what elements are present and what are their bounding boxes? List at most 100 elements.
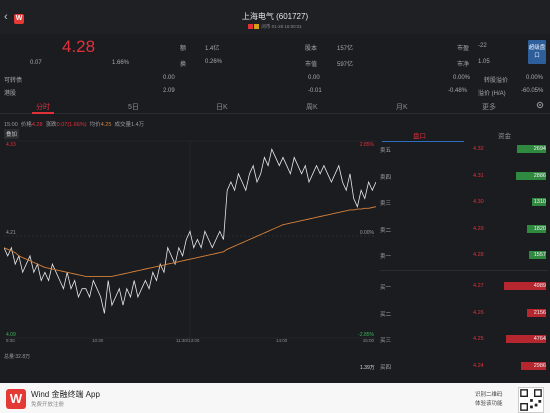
y-tick-right-mid: 0.00% — [360, 230, 375, 236]
tag-icon-1 — [248, 24, 254, 30]
field-value: 1.05 — [478, 59, 490, 65]
tab-orderbook[interactable]: 盘口 — [413, 130, 426, 140]
orderbook-volume: 4989 — [533, 283, 546, 289]
app-subtitle: 免费开放注册 — [31, 402, 65, 408]
orderbook-level-label: 卖四 — [380, 174, 392, 181]
info-vol: 1.4万 — [130, 122, 145, 128]
y-tick-left-top: 4.33 — [6, 142, 16, 148]
row-label: 港股 — [4, 91, 17, 97]
qr-code-icon[interactable] — [518, 387, 544, 413]
orderbook-price: 4.31 — [473, 172, 484, 179]
y-tick-right-top: 2.85% — [360, 142, 375, 148]
qr-line1: 识别二维码 — [475, 392, 503, 398]
app-logo-icon: W — [14, 14, 24, 24]
info-change: 0.07(1.66%) — [56, 122, 87, 128]
last-price: 4.28 — [62, 37, 96, 56]
orderbook-volume: 2694 — [533, 146, 546, 152]
orderbook-row-sell: 卖四 4.31 2886 — [380, 171, 548, 183]
tab-funds[interactable]: 资金 — [498, 130, 511, 140]
row-extra-label: 溢价 (H/A) — [478, 91, 506, 97]
tab-monthly-k[interactable]: 月K — [396, 102, 408, 112]
orderbook-level-label: 卖五 — [380, 148, 392, 154]
field-value: 0.26% — [205, 59, 223, 65]
orderbook-row-sell: 卖一 4.28 1557 — [380, 250, 548, 262]
y-tick-left-mid: 4.21 — [6, 230, 16, 236]
stock-title: 上海电气 (601727) — [241, 12, 309, 21]
info-change-label: 涨跌 — [45, 122, 57, 128]
market-status-text: 闭市 01-28 16:00:01 — [261, 24, 302, 29]
orderbook-volume: 2156 — [533, 309, 546, 316]
row-value2: 0.00 — [308, 75, 320, 81]
orderbook-level-label: 买二 — [380, 311, 392, 318]
tab-weekly-k[interactable]: 周K — [306, 102, 318, 112]
field-value: 157亿 — [337, 46, 354, 52]
orderbook-volume: 2886 — [533, 172, 546, 179]
orderbook-volume: 4764 — [533, 336, 546, 342]
tab-daily-k[interactable]: 日K — [216, 102, 228, 112]
orderbook-volume: 2986 — [533, 362, 546, 369]
orderbook-volume: 1310 — [533, 199, 546, 205]
orderbook-row-buy: 买二 4.26 2156 — [380, 308, 548, 320]
tab-intraday[interactable]: 分时 — [36, 102, 50, 112]
orderbook-price: 4.27 — [473, 283, 484, 289]
tab-5day[interactable]: 5日 — [128, 102, 139, 112]
orderbook-price: 4.28 — [473, 252, 484, 258]
chart-tabs: 分时 5日 日K 周K 月K 更多 — [0, 100, 550, 114]
x-tick-3: 14:00 — [276, 338, 288, 343]
orderbook-separator — [380, 270, 548, 271]
gear-icon[interactable] — [536, 101, 544, 111]
price-change: 0.07 — [30, 60, 42, 66]
row-pct: -0.48% — [448, 88, 468, 94]
row-extra-label: 转股溢价 — [484, 78, 509, 84]
info-price-label: 价格 — [20, 122, 32, 128]
orderbook-price: 4.29 — [473, 225, 484, 232]
info-avg-label: 均价 — [89, 122, 101, 128]
orderbook-volume: 1820 — [533, 225, 546, 232]
info-vol-label: 成交量 — [114, 122, 131, 128]
orderbook-row-buy: 买三 4.25 4764 — [380, 334, 548, 346]
x-tick-4: 15:00 — [363, 338, 375, 343]
row-label: 可转债 — [4, 78, 23, 84]
field-label: 额 — [180, 46, 187, 52]
orderbook-volume: 1557 — [533, 252, 546, 258]
field-label: 换 — [180, 62, 187, 68]
field-value: -22 — [478, 43, 487, 49]
orderbook-row-buy: 买四 4.24 2986 — [380, 361, 548, 373]
field-label: 市净 — [457, 62, 470, 68]
orderbook-level-label: 卖一 — [380, 254, 392, 260]
row-value2: -0.01 — [308, 88, 322, 94]
field-label: 市盈 — [457, 46, 470, 52]
tab-more[interactable]: 更多 — [482, 102, 496, 112]
field-label: 市值 — [305, 62, 318, 68]
row-value1: 2.09 — [163, 88, 175, 94]
orderbook-level-label: 卖二 — [380, 227, 392, 234]
orderbook-level-label: 卖三 — [380, 201, 392, 207]
intraday-chart[interactable]: 4.33 4.21 4.09 2.85% 0.00% -2.85% 9:30 1… — [4, 138, 376, 343]
orderbook-row-sell: 卖五 4.32 2694 — [380, 144, 548, 156]
x-tick-0: 9:30 — [6, 338, 15, 343]
orderbook-price: 4.32 — [473, 146, 484, 152]
orderbook-level-label: 买一 — [380, 285, 392, 291]
field-label: 股本 — [305, 46, 318, 52]
x-tick-2: 11:30/13:00 — [176, 338, 200, 343]
price-change-pct: 1.66% — [112, 60, 130, 66]
row-extra-value: -60.05% — [521, 88, 544, 94]
chevron-left-icon[interactable]: ‹ — [4, 12, 12, 23]
x-tick-1: 10:30 — [92, 338, 104, 343]
qr-caption: 识别二维码 体验该功能 — [475, 391, 503, 409]
super-orderbook-button[interactable]: 超级盘口 — [528, 40, 546, 64]
active-tab-indicator — [32, 112, 54, 114]
volume-box: 1.39万 — [360, 365, 375, 371]
row-value1: 0.00 — [163, 75, 175, 81]
row-pct: 0.00% — [453, 75, 471, 81]
orderbook-row-buy: 买一 4.27 4989 — [380, 281, 548, 293]
row-extra-value: 0.00% — [526, 75, 544, 81]
orderbook-level-label: 买四 — [380, 364, 392, 371]
chart-info: 15:00 价格4.28 涨跌0.07(1.66%) 均价4.25 成交量1.4… — [4, 120, 144, 128]
app-name: Wind 金融终端 App — [31, 390, 100, 399]
orderbook-price: 4.30 — [473, 199, 484, 205]
market-status: 闭市 01-28 16:00:01 — [200, 24, 350, 30]
orderbook-row-sell: 卖三 4.30 1310 — [380, 197, 548, 209]
info-time: 15:00 — [4, 122, 18, 128]
info-avg: 4.25 — [100, 122, 112, 128]
